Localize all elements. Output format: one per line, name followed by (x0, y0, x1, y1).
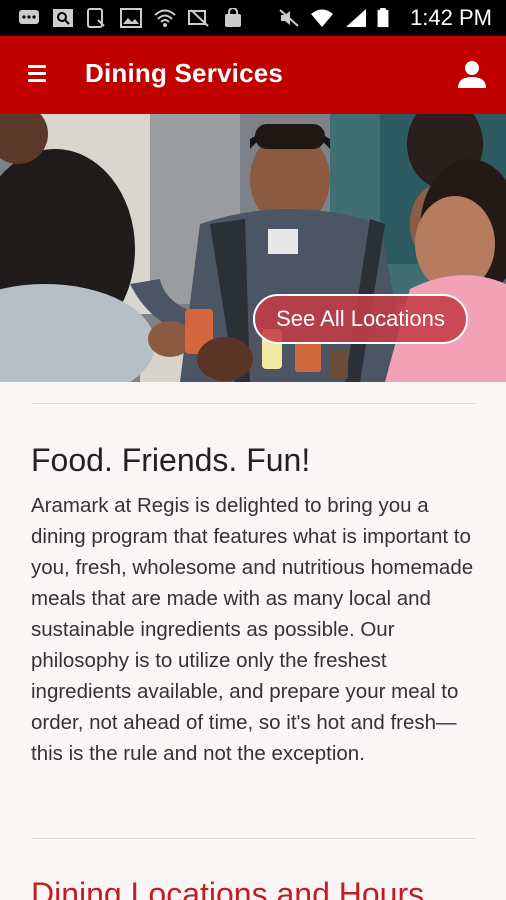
message-icon (19, 10, 39, 24)
hero-image: See All Locations (0, 114, 506, 382)
wifi-icon (154, 9, 176, 27)
status-time: 1:42 PM (410, 5, 492, 30)
battery-icon (377, 8, 389, 28)
intro-heading: Food. Friends. Fun! (31, 442, 311, 478)
account-icon[interactable] (456, 58, 488, 90)
wifi-signal-icon (311, 9, 333, 27)
app-bar: Dining Services (0, 36, 506, 114)
status-bar: 1:42 PM (0, 0, 506, 36)
cell-signal-icon (346, 9, 366, 27)
image-icon (120, 8, 142, 28)
page-title: Dining Services (85, 58, 284, 88)
search-icon (53, 9, 73, 27)
intro-body: Aramark at Regis is delighted to bring y… (31, 494, 474, 765)
divider (31, 403, 476, 404)
bag-icon (225, 8, 241, 27)
data-off-icon (188, 9, 209, 27)
tablet-icon (87, 8, 105, 28)
dining-locations-heading: Dining Locations and Hours (31, 876, 425, 900)
hamburger-menu-icon[interactable] (28, 65, 50, 85)
mute-icon (279, 9, 299, 27)
see-all-locations-button[interactable]: See All Locations (253, 294, 468, 344)
divider (31, 838, 476, 839)
